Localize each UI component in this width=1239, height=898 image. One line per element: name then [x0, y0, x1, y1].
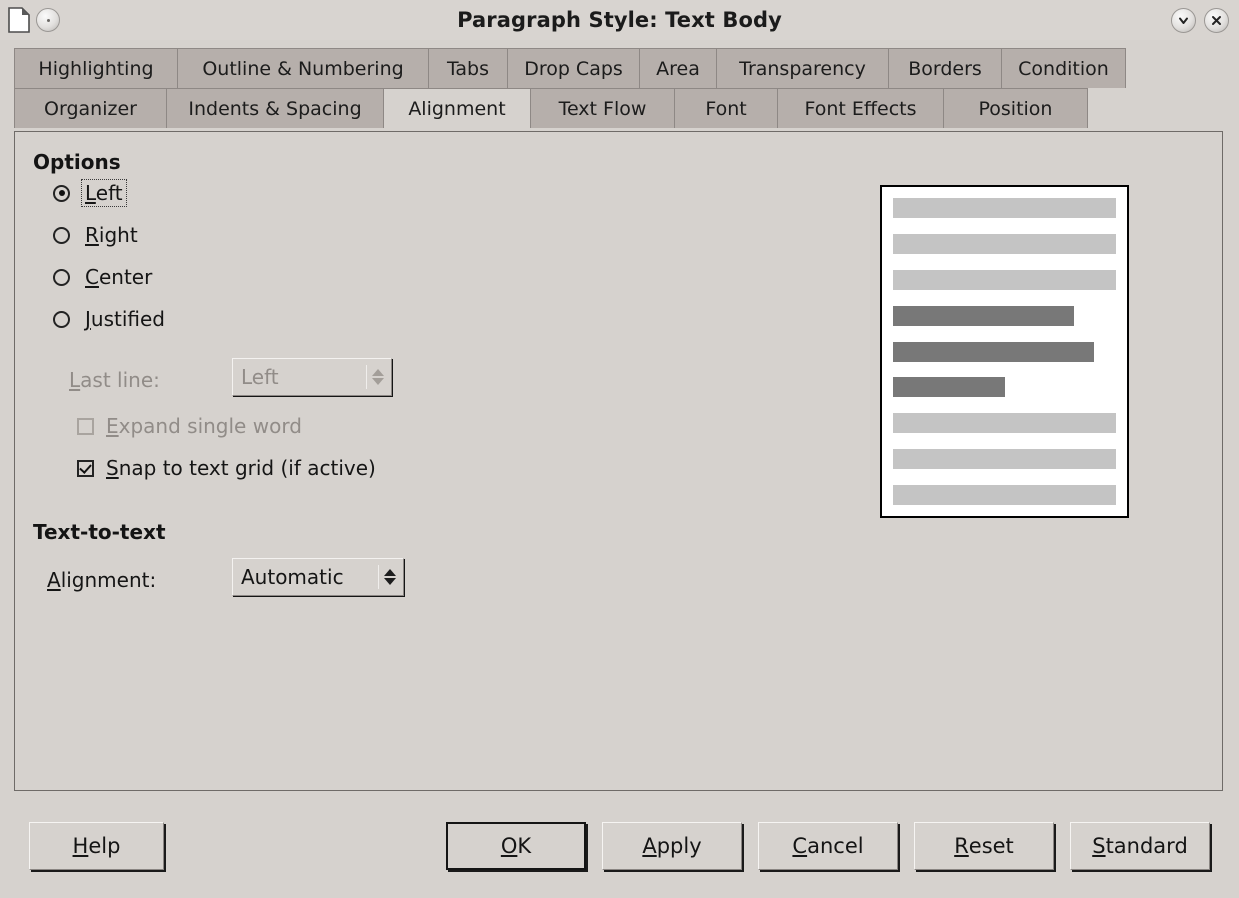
text-to-text-separator — [378, 565, 379, 589]
preview-text-line — [893, 449, 1116, 470]
radio-accel: R — [85, 223, 99, 247]
alignment-radio-justified[interactable]: Justified — [53, 306, 168, 332]
standard-button[interactable]: Standard — [1070, 822, 1210, 870]
preview-text-line — [893, 233, 1116, 254]
standard-accel: S — [1092, 834, 1106, 858]
preview-text-line — [893, 377, 1005, 398]
radio-accel: C — [85, 265, 99, 289]
radio-label-rest: ustified — [90, 307, 165, 331]
last-line-combobox[interactable]: Left — [232, 358, 392, 396]
help-label-rest: elp — [88, 834, 121, 858]
spin-up-icon[interactable] — [372, 369, 384, 376]
title-bar-left-icons — [0, 7, 60, 33]
window-menu-icon[interactable] — [36, 8, 60, 32]
tab-outline-numbering[interactable]: Outline & Numbering — [177, 48, 429, 88]
snap-to-text-grid-label: Snap to text grid (if active) — [106, 456, 376, 480]
last-line-label-rest: ast line: — [80, 368, 160, 392]
tab-tabs[interactable]: Tabs — [428, 48, 508, 88]
last-line-separator — [366, 365, 367, 389]
text-to-text-alignment-combobox[interactable]: Automatic — [232, 558, 404, 596]
apply-button[interactable]: Apply — [602, 822, 742, 870]
last-line-spinner[interactable] — [369, 359, 391, 395]
tab-borders[interactable]: Borders — [888, 48, 1002, 88]
reset-accel: R — [954, 834, 969, 858]
tab-row-bottom: Organizer Indents & Spacing Alignment Text … — [14, 88, 1225, 128]
help-button[interactable]: Help — [29, 822, 164, 870]
page-title: Paragraph Style: Text Body — [457, 8, 782, 32]
last-line-value: Left — [241, 365, 279, 389]
radio-label-rest: enter — [98, 265, 153, 289]
preview-text-line — [893, 198, 1116, 218]
tab-indents-spacing[interactable]: Indents & Spacing — [166, 88, 384, 128]
expand-single-word-checkbox[interactable]: Expand single word — [77, 414, 302, 438]
text-to-text-alignment-value: Automatic — [241, 565, 344, 589]
help-accel: H — [72, 834, 89, 858]
alignment-radio-right[interactable]: Right — [53, 222, 141, 248]
preview-text-line — [893, 413, 1116, 434]
apply-label-rest: pply — [656, 834, 702, 858]
tab-area[interactable]: Area — [639, 48, 717, 88]
alignment-radio-label: Center — [82, 264, 155, 290]
reset-button[interactable]: Reset — [914, 822, 1054, 870]
preview-text-line — [893, 269, 1116, 290]
preview-text-line — [893, 305, 1074, 326]
ok-label-rest: K — [517, 834, 532, 858]
apply-accel: A — [642, 834, 657, 858]
preview-text-line — [893, 341, 1094, 362]
window-menu-dot — [46, 18, 50, 22]
ok-accel: O — [500, 834, 518, 858]
text-to-text-alignment-label: Alignment: — [47, 568, 157, 592]
tab-drop-caps[interactable]: Drop Caps — [507, 48, 640, 88]
text-to-text-spinner[interactable] — [381, 559, 403, 595]
tab-highlighting[interactable]: Highlighting — [14, 48, 178, 88]
chevron-down-icon[interactable] — [1171, 7, 1196, 33]
document-icon — [8, 7, 30, 33]
radio-label-rest: eft — [95, 181, 123, 205]
alignment-radio-label: Left — [81, 179, 127, 207]
tab-position[interactable]: Position — [943, 88, 1088, 128]
cancel-button[interactable]: Cancel — [758, 822, 898, 870]
tab-strip: Highlighting Outline & Numbering Tabs Drop … — [14, 48, 1225, 128]
expand-single-word-label: Expand single word — [106, 414, 302, 438]
options-group-title: Options — [33, 150, 121, 174]
radio-indicator[interactable] — [53, 226, 70, 244]
snap-to-text-grid-checkbox[interactable]: Snap to text grid (if active) — [77, 456, 376, 480]
tab-organizer[interactable]: Organizer — [14, 88, 167, 128]
tab-row-top: Highlighting Outline & Numbering Tabs Drop … — [14, 48, 1225, 88]
tab-transparency[interactable]: Transparency — [716, 48, 889, 88]
radio-indicator[interactable] — [53, 268, 70, 286]
tab-font[interactable]: Font — [674, 88, 778, 128]
standard-label-rest: tandard — [1105, 834, 1188, 858]
alignment-radio-left[interactable]: Left — [53, 179, 127, 207]
radio-label-rest: ight — [98, 223, 138, 247]
spin-down-icon[interactable] — [372, 378, 384, 385]
snap-to-text-grid-box[interactable] — [77, 459, 94, 477]
tab-text-flow[interactable]: Text Flow — [530, 88, 675, 128]
cancel-accel: C — [792, 834, 808, 858]
title-bar-buttons — [1171, 0, 1229, 40]
alignment-radio-label: Justified — [82, 306, 168, 332]
tab-alignment[interactable]: Alignment — [383, 88, 531, 128]
spin-down-icon[interactable] — [384, 578, 396, 585]
spin-up-icon[interactable] — [384, 569, 396, 576]
alignment-preview — [880, 185, 1129, 518]
radio-accel: L — [85, 181, 96, 205]
last-line-label: Last line: — [69, 368, 160, 392]
last-line-accel: L — [69, 368, 81, 392]
radio-indicator[interactable] — [53, 310, 70, 328]
alignment-radio-center[interactable]: Center — [53, 264, 155, 290]
alignment-tab-panel: Options Left Right Center Justified Last li… — [14, 131, 1223, 791]
reset-label-rest: eset — [968, 834, 1014, 858]
text-to-text-group-title: Text-to-text — [33, 520, 166, 544]
tab-font-effects[interactable]: Font Effects — [777, 88, 944, 128]
close-icon[interactable] — [1204, 7, 1229, 33]
tab-condition[interactable]: Condition — [1001, 48, 1126, 88]
radio-indicator[interactable] — [53, 184, 70, 202]
preview-text-line — [893, 485, 1116, 505]
ok-button[interactable]: OK — [446, 822, 586, 870]
cancel-label-rest: ancel — [807, 834, 864, 858]
title-bar: Paragraph Style: Text Body — [0, 0, 1239, 40]
expand-single-word-box[interactable] — [77, 417, 94, 435]
alignment-radio-label: Right — [82, 222, 141, 248]
